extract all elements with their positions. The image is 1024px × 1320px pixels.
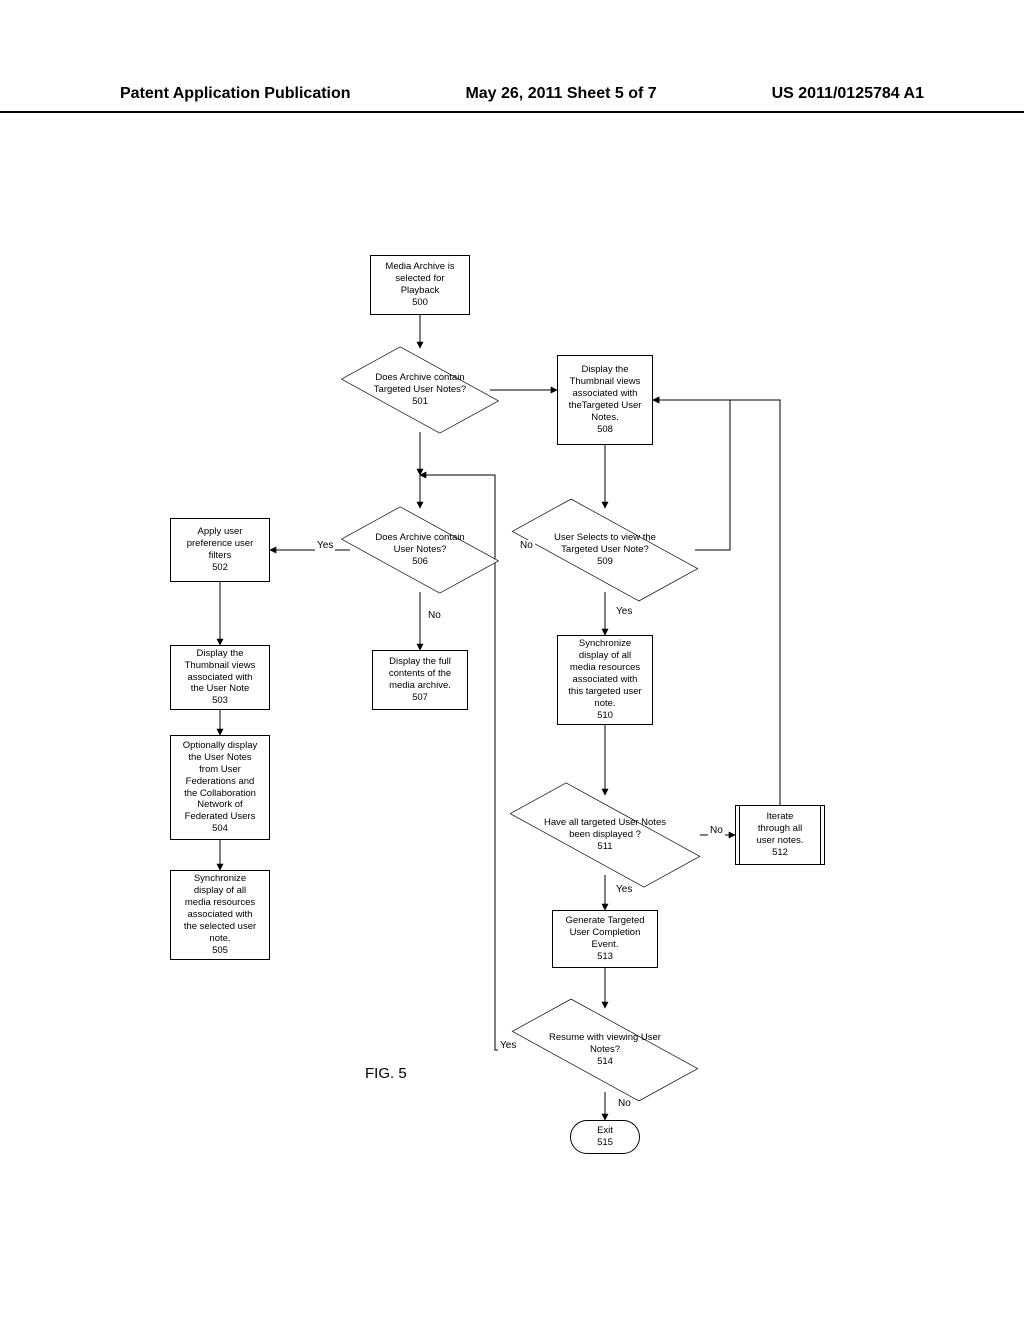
- process-507: Display the full contents of the media a…: [372, 650, 468, 710]
- decision-511: Have all targeted User Notes been displa…: [510, 795, 700, 875]
- process-505: Synchronize display of all media resourc…: [170, 870, 270, 960]
- process-507-text: Display the full contents of the media a…: [389, 656, 451, 704]
- process-500: Media Archive is selected for Playback 5…: [370, 255, 470, 315]
- header-right: US 2011/0125784 A1: [772, 85, 924, 103]
- process-505-text: Synchronize display of all media resourc…: [184, 873, 256, 956]
- decision-511-text: Have all targeted User Notes been displa…: [536, 817, 674, 853]
- label-511-yes: Yes: [614, 884, 634, 895]
- flowchart-figure-5: Media Archive is selected for Playback 5…: [140, 250, 900, 1250]
- process-502-text: Apply user preference user filters 502: [187, 526, 254, 574]
- terminator-515-text: Exit 515: [597, 1125, 613, 1149]
- decision-506-text: Does Archive contain User Notes? 506: [367, 532, 472, 568]
- subroutine-512: Iterate through all user notes. 512: [735, 805, 825, 865]
- header-center: May 26, 2011 Sheet 5 of 7: [465, 85, 656, 103]
- terminator-515: Exit 515: [570, 1120, 640, 1154]
- process-510: Synchronize display of all media resourc…: [557, 635, 653, 725]
- process-510-text: Synchronize display of all media resourc…: [568, 638, 641, 721]
- label-506-yes: Yes: [315, 540, 335, 551]
- decision-509-text: User Selects to view the Targeted User N…: [546, 532, 664, 568]
- decision-506: Does Archive contain User Notes? 506: [350, 508, 490, 592]
- page-header: Patent Application Publication May 26, 2…: [0, 85, 1024, 113]
- label-511-no: No: [708, 825, 725, 836]
- decision-501-text: Does Archive contain Targeted User Notes…: [366, 372, 474, 408]
- process-508: Display the Thumbnail views associated w…: [557, 355, 653, 445]
- decision-509: User Selects to view the Targeted User N…: [515, 508, 695, 592]
- figure-caption: FIG. 5: [365, 1065, 407, 1082]
- header-left: Patent Application Publication: [120, 85, 351, 103]
- process-513: Generate Targeted User Completion Event.…: [552, 910, 658, 968]
- label-514-yes: Yes: [498, 1040, 518, 1051]
- process-503-text: Display the Thumbnail views associated w…: [185, 648, 256, 707]
- decision-514: Resume with viewing User Notes? 514: [515, 1008, 695, 1092]
- process-502: Apply user preference user filters 502: [170, 518, 270, 582]
- label-509-yes: Yes: [614, 606, 634, 617]
- label-506-no: No: [426, 610, 443, 621]
- decision-501: Does Archive contain Targeted User Notes…: [350, 348, 490, 432]
- label-509-no: No: [518, 540, 535, 551]
- label-514-no: No: [616, 1098, 633, 1109]
- decision-514-text: Resume with viewing User Notes? 514: [541, 1032, 669, 1068]
- process-513-text: Generate Targeted User Completion Event.…: [565, 915, 644, 963]
- subroutine-512-text: Iterate through all user notes. 512: [757, 811, 804, 859]
- process-504-text: Optionally display the User Notes from U…: [183, 740, 257, 835]
- process-500-text: Media Archive is selected for Playback 5…: [385, 261, 454, 309]
- process-503: Display the Thumbnail views associated w…: [170, 645, 270, 710]
- process-504: Optionally display the User Notes from U…: [170, 735, 270, 840]
- process-508-text: Display the Thumbnail views associated w…: [569, 364, 642, 435]
